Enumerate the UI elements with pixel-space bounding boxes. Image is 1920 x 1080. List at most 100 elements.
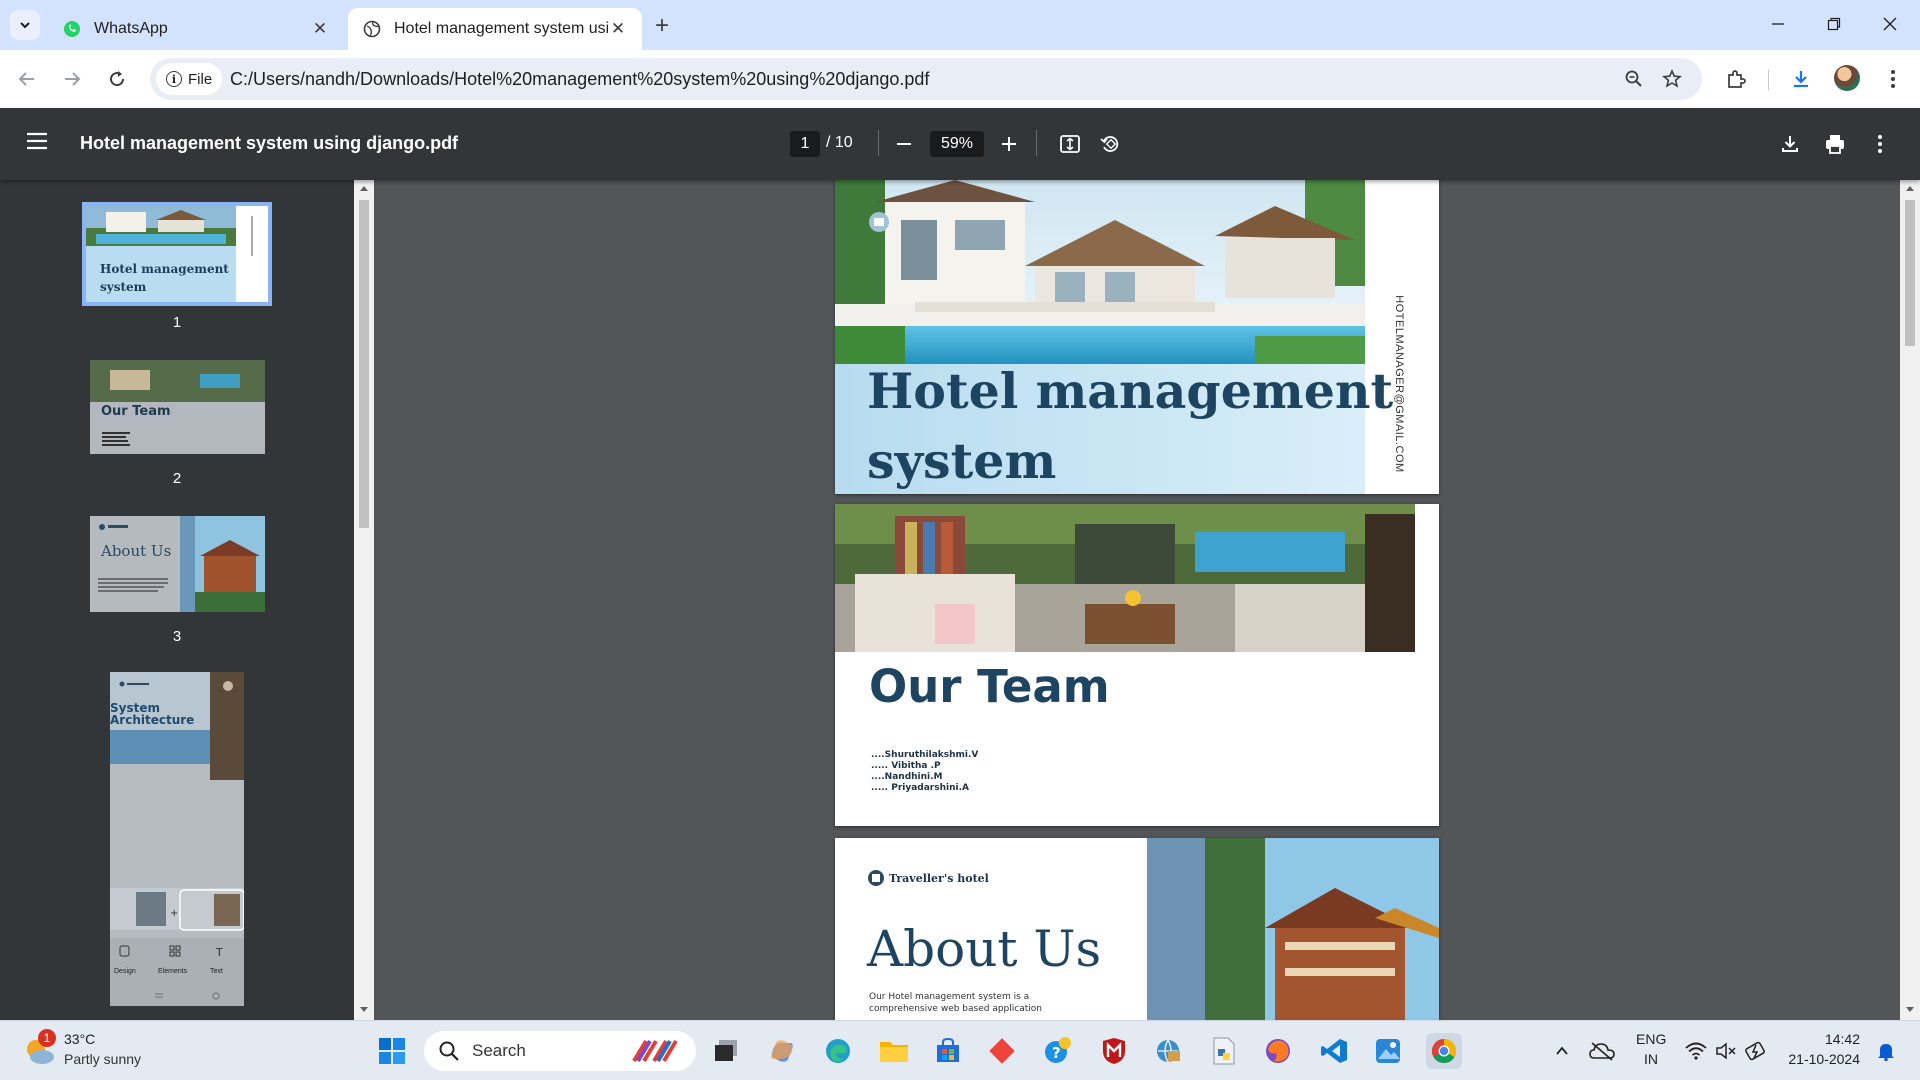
forward-button[interactable] [55, 62, 89, 96]
zoom-out-icon[interactable] [888, 128, 920, 160]
search-highlight-icon [632, 1039, 678, 1063]
taskbar-search[interactable]: Search [424, 1031, 696, 1071]
pdf-page-3: Traveller's hotel About Us Our Hotel man… [835, 838, 1439, 1020]
thumbnail-caption: System Architecture [110, 701, 195, 727]
zoom-in-icon[interactable] [993, 128, 1025, 160]
close-window-button[interactable] [1862, 0, 1918, 48]
thumbnail-page-2[interactable]: Our Team [90, 360, 265, 454]
tab-search-button[interactable] [10, 10, 40, 40]
sidebar-scroll-thumb[interactable] [359, 200, 369, 528]
close-icon[interactable]: ✕ [310, 19, 330, 39]
close-icon [1883, 17, 1897, 31]
page3-body-line: Our Hotel management system is a [869, 992, 1030, 1002]
weather-temp[interactable]: 33°C [64, 1031, 95, 1047]
scroll-up-icon[interactable] [1905, 184, 1915, 192]
scroll-up-icon[interactable] [359, 184, 369, 192]
chrome-icon[interactable] [1426, 1033, 1462, 1069]
pdf-page-1: Hotel management system HOTELMANAGER@GMA… [835, 180, 1439, 494]
pdf-viewer-area[interactable]: Hotel management system HOTELMANAGER@GMA… [374, 180, 1900, 1020]
svg-text:+: + [170, 908, 178, 919]
page3-brand: Traveller's hotel [889, 872, 989, 885]
minimize-button[interactable] [1750, 0, 1806, 48]
zoom-icon[interactable] [1620, 65, 1648, 93]
browser-tab-strip: WhatsApp ✕ Hotel management system usin … [0, 0, 1920, 50]
downloads-icon[interactable] [1784, 62, 1818, 96]
onedrive-offline-icon[interactable] [1584, 1033, 1620, 1069]
clock-time[interactable]: 14:42 [1770, 1031, 1860, 1047]
thumbnail-3-image [90, 516, 265, 612]
back-button[interactable] [10, 62, 44, 96]
thumbnail-tool-label: Elements [158, 968, 188, 975]
fit-to-page-icon[interactable] [1054, 128, 1086, 160]
arrow-right-icon [65, 72, 81, 86]
viewer-scroll-thumb[interactable] [1905, 200, 1915, 346]
profile-avatar[interactable] [1834, 65, 1860, 91]
mcafee-icon[interactable] [1096, 1033, 1132, 1069]
whatsapp-icon [62, 19, 82, 39]
weather-badge: 1 [38, 1029, 56, 1047]
language-line2[interactable]: IN [1636, 1051, 1666, 1067]
scroll-down-icon[interactable] [1905, 1006, 1915, 1014]
anydesk-icon[interactable] [984, 1033, 1020, 1069]
tab-whatsapp[interactable]: WhatsApp ✕ [48, 8, 344, 50]
weather-widget[interactable]: 1 [22, 1029, 58, 1069]
arrow-left-icon [18, 72, 34, 86]
microsoft-store-icon[interactable] [930, 1033, 966, 1069]
url-text[interactable]: C:/Users/nandh/Downloads/Hotel%20managem… [230, 69, 929, 90]
page-number-input[interactable]: 1 [790, 131, 820, 157]
windows-start-icon[interactable] [374, 1033, 410, 1069]
copilot-icon[interactable] [764, 1033, 800, 1069]
reload-button[interactable] [100, 62, 134, 96]
restore-button[interactable] [1806, 0, 1862, 48]
clock-date[interactable]: 21-10-2024 [1770, 1051, 1860, 1067]
rotate-icon[interactable] [1094, 128, 1126, 160]
help-icon[interactable]: ? [1040, 1033, 1076, 1069]
task-view-icon[interactable] [708, 1033, 744, 1069]
team-member: ....Shuruthilakshmi.V [871, 750, 979, 760]
pdf-toolbar: Hotel management system using django.pdf… [0, 108, 1920, 180]
viewer-scrollbar[interactable] [1900, 180, 1920, 1020]
search-icon [439, 1041, 459, 1061]
site-info-chip[interactable]: i File [156, 63, 223, 95]
thumbnail-page-3[interactable]: About Us [90, 516, 265, 612]
extensions-icon[interactable] [1719, 62, 1753, 96]
tab-title: WhatsApp [94, 20, 168, 37]
battery-charging-icon[interactable] [1738, 1033, 1774, 1069]
page1-title-line1: Hotel management [867, 362, 1394, 420]
file-explorer-icon[interactable] [876, 1033, 912, 1069]
zoom-level-input[interactable]: 59% [930, 131, 984, 157]
hotel-lounge-image [835, 504, 1415, 652]
weather-desc[interactable]: Partly sunny [64, 1051, 141, 1067]
pdf-toolbar-divider [878, 130, 879, 156]
page1-side-email: HOTELMANAGER@GMAIL.COM [1393, 295, 1405, 473]
pdf-more-icon[interactable] [1864, 128, 1896, 160]
download-icon[interactable] [1774, 128, 1806, 160]
network-app-icon[interactable] [1150, 1033, 1186, 1069]
address-bar[interactable]: i File C:/Users/nandh/Downloads/Hotel%20… [150, 58, 1702, 100]
edge-icon[interactable] [820, 1033, 856, 1069]
notification-bell-icon[interactable] [1868, 1033, 1904, 1069]
tab-hotel-pdf[interactable]: Hotel management system usin ✕ [348, 8, 642, 50]
language-line1[interactable]: ENG [1636, 1031, 1666, 1047]
photos-icon[interactable] [1370, 1033, 1406, 1069]
chevron-up-icon[interactable] [1544, 1033, 1580, 1069]
thumbnail-tool-label: Design [114, 968, 136, 975]
scroll-down-icon[interactable] [359, 1006, 369, 1014]
bookmark-star-icon[interactable] [1658, 65, 1686, 93]
thumbnail-page-1[interactable]: Hotel management system [82, 202, 272, 306]
minimize-icon [1772, 23, 1784, 25]
print-icon[interactable] [1819, 128, 1851, 160]
python-file-icon[interactable] [1206, 1033, 1242, 1069]
restore-icon [1827, 17, 1841, 31]
more-menu-icon[interactable] [1876, 62, 1910, 96]
firefox-icon[interactable] [1260, 1033, 1296, 1069]
hamburger-menu-icon[interactable] [26, 132, 54, 158]
new-tab-button[interactable]: + [648, 12, 676, 40]
vscode-icon[interactable] [1316, 1033, 1352, 1069]
thumbnail-page-4[interactable]: + T System Architecture Design Elements … [110, 672, 244, 1006]
svg-text:T: T [215, 946, 223, 959]
close-icon[interactable]: ✕ [608, 19, 628, 39]
sidebar-scrollbar[interactable] [354, 180, 374, 1020]
svg-text:?: ? [1052, 1044, 1061, 1062]
page1-title-line2: system [867, 432, 1057, 490]
